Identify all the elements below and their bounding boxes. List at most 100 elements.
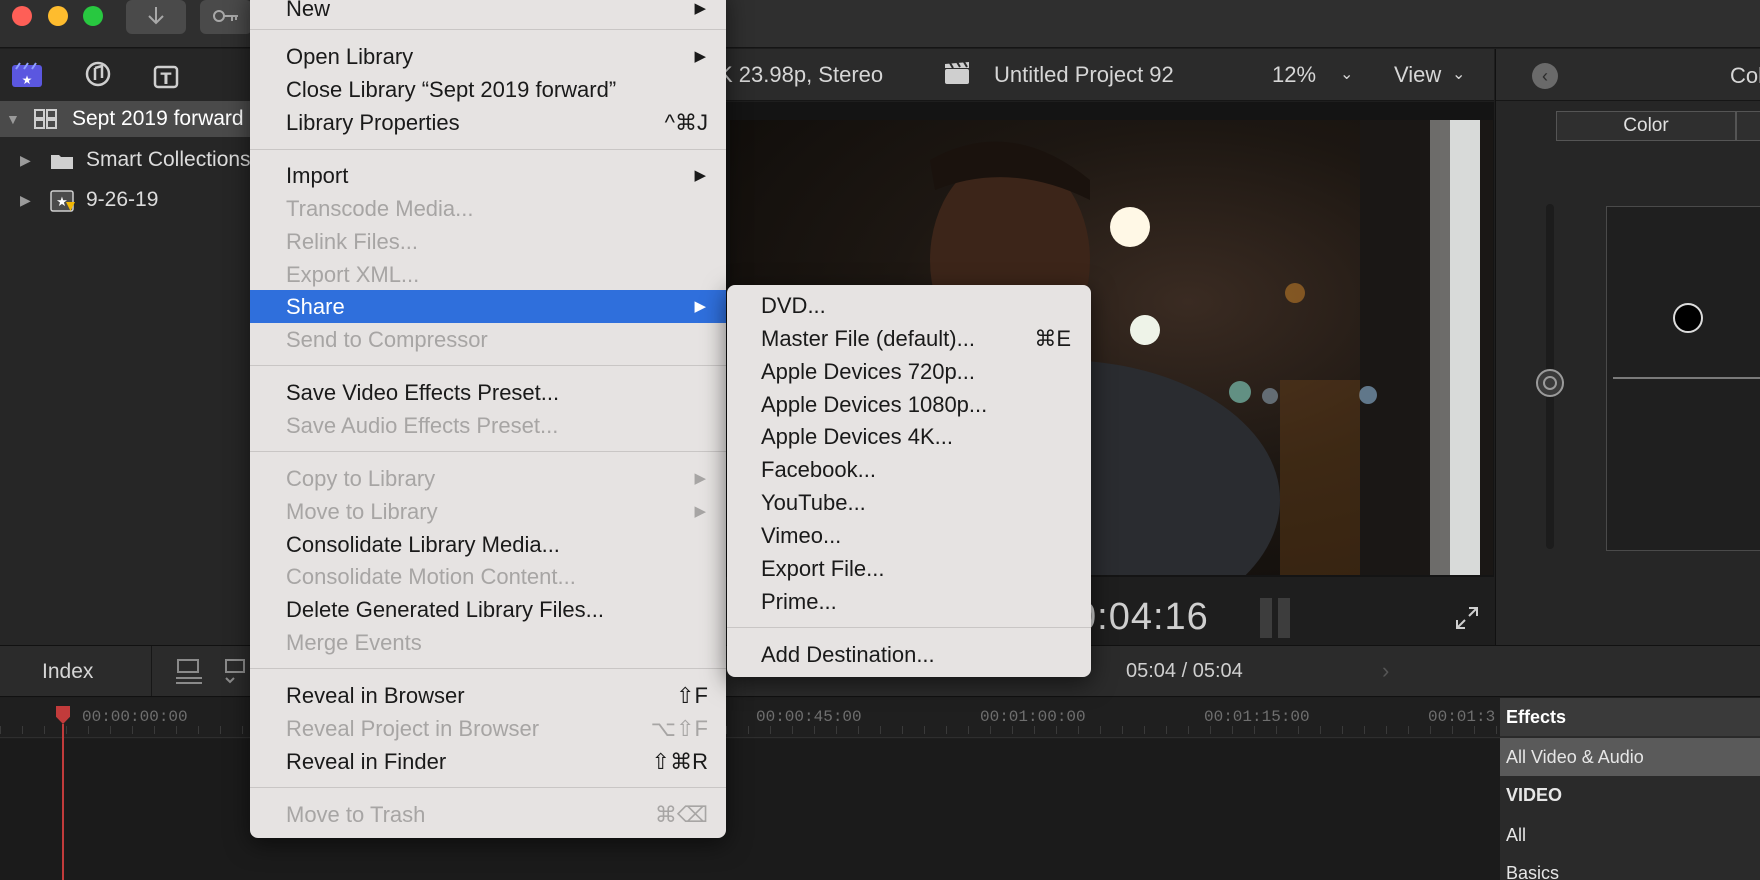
ruler-tick: 00:01:15:00 xyxy=(1204,708,1310,726)
share-item-master-file[interactable]: Master File (default)... ⌘E xyxy=(727,322,1091,355)
photos-audio-icon[interactable] xyxy=(82,59,114,89)
disclosure-down-icon[interactable]: ▼ xyxy=(6,101,20,137)
menu-item-label: Consolidate Library Media... xyxy=(286,532,560,557)
menu-item-new[interactable]: New ▶ xyxy=(250,0,726,25)
library-row[interactable]: ▼ Sept 2019 forward xyxy=(0,101,252,137)
svg-text:★: ★ xyxy=(22,73,33,87)
menu-item-save-video-effects-preset[interactable]: Save Video Effects Preset... xyxy=(250,376,726,409)
back-icon[interactable]: ‹ xyxy=(1532,63,1558,89)
menu-item-shortcut: ^⌘J xyxy=(664,110,708,135)
menu-separator xyxy=(250,787,726,788)
menu-separator xyxy=(250,29,726,30)
disclosure-right-icon[interactable]: ▶ xyxy=(20,182,31,218)
clapper-icon xyxy=(945,61,969,84)
menu-item-import[interactable]: Import ▶ xyxy=(250,159,726,192)
menu-item-label: Save Video Effects Preset... xyxy=(286,380,560,405)
svg-text:T: T xyxy=(161,69,172,88)
effects-category[interactable]: VIDEO xyxy=(1500,776,1760,814)
menu-item-share[interactable]: Share ▶ xyxy=(250,290,726,323)
effects-category[interactable]: All xyxy=(1500,816,1760,854)
menu-item-delete-generated-library-files[interactable]: Delete Generated Library Files... xyxy=(250,593,726,626)
share-item-dvd[interactable]: DVD... xyxy=(727,289,1091,322)
share-item-apple-devices-4k[interactable]: Apple Devices 4K... xyxy=(727,420,1091,453)
menu-item-label: Transcode Media... xyxy=(286,196,474,221)
skimming-icon[interactable] xyxy=(222,654,250,688)
clip-appearance-icon[interactable] xyxy=(172,654,206,688)
tab-next[interactable] xyxy=(1736,111,1760,141)
share-item-export-file[interactable]: Export File... xyxy=(727,552,1091,585)
effects-category[interactable]: All Video & Audio xyxy=(1500,738,1760,776)
menu-item-send-to-compressor: Send to Compressor xyxy=(250,323,726,356)
playhead-line xyxy=(62,724,64,880)
share-item-facebook[interactable]: Facebook... xyxy=(727,453,1091,486)
menu-item-consolidate-motion-content: Consolidate Motion Content... xyxy=(250,560,726,593)
menu-item-open-library[interactable]: Open Library ▶ xyxy=(250,40,726,73)
share-item-add-destination[interactable]: Add Destination... xyxy=(727,638,1091,671)
share-item-vimeo[interactable]: Vimeo... xyxy=(727,519,1091,552)
chevron-down-icon[interactable]: ⌄ xyxy=(1452,64,1465,84)
chevron-right-icon[interactable]: › xyxy=(1382,658,1389,684)
timeline-area[interactable] xyxy=(0,739,1500,880)
down-arrow-icon xyxy=(148,7,164,25)
menu-item-reveal-in-browser[interactable]: Reveal in Browser ⇧F xyxy=(250,679,726,712)
menu-item-copy-to-library: Copy to Library ▶ xyxy=(250,462,726,495)
menu-item-export-xml: Export XML... xyxy=(250,258,726,291)
tab-color[interactable]: Color xyxy=(1556,111,1736,141)
share-item-apple-devices-1080p[interactable]: Apple Devices 1080p... xyxy=(727,388,1091,421)
timeline-ruler: 00:00:00:00 00:00:45:00 00:01:00:00 00:0… xyxy=(0,698,1500,738)
menu-item-save-audio-effects-preset: Save Audio Effects Preset... xyxy=(250,409,726,442)
minimize-window-button[interactable] xyxy=(48,6,68,26)
fullscreen-icon[interactable] xyxy=(1455,606,1479,630)
disclosure-right-icon[interactable]: ▶ xyxy=(20,142,31,178)
color-board[interactable] xyxy=(1606,206,1760,551)
index-button[interactable]: Index xyxy=(42,660,93,684)
folder-icon xyxy=(51,155,73,169)
libraries-icon[interactable]: ★ xyxy=(10,59,44,89)
color-slider-handle[interactable] xyxy=(1536,369,1564,397)
titles-generators-icon[interactable]: T xyxy=(152,59,184,89)
import-media-button[interactable] xyxy=(126,0,186,34)
menu-item-label: DVD... xyxy=(761,293,826,318)
chevron-down-icon[interactable]: ⌄ xyxy=(1340,64,1353,84)
menu-item-label: Send to Compressor xyxy=(286,327,488,352)
menu-item-label: YouTube... xyxy=(761,490,866,515)
keywords-button[interactable] xyxy=(200,0,252,34)
share-item-apple-devices-720p[interactable]: Apple Devices 720p... xyxy=(727,355,1091,388)
menu-item-close-library[interactable]: Close Library “Sept 2019 forward” xyxy=(250,73,726,106)
menu-item-library-properties[interactable]: Library Properties ^⌘J xyxy=(250,106,726,139)
menu-item-label: Move to Trash xyxy=(286,802,426,827)
menu-item-consolidate-library-media[interactable]: Consolidate Library Media... xyxy=(250,528,726,561)
view-menu-button[interactable]: View xyxy=(1394,62,1441,88)
menu-item-label: Prime... xyxy=(761,589,837,614)
close-window-button[interactable] xyxy=(12,6,32,26)
menu-item-label: Relink Files... xyxy=(286,229,419,254)
menu-item-label: Open Library xyxy=(286,44,414,69)
menu-item-shortcut: ⌘E xyxy=(1034,326,1071,351)
menu-item-reveal-in-finder[interactable]: Reveal in Finder ⇧⌘R xyxy=(250,745,726,778)
menu-item-label: Import xyxy=(286,163,349,188)
zoom-level[interactable]: 12% xyxy=(1272,62,1316,88)
sidebar-item-label: 9-26-19 xyxy=(86,188,159,211)
menu-item-label: Copy to Library xyxy=(286,466,436,491)
menu-item-label: Add Destination... xyxy=(761,642,935,667)
menu-item-shortcut: ⌘⌫ xyxy=(654,802,708,827)
menu-item-label: Apple Devices 720p... xyxy=(761,359,976,384)
ruler-tick: 00:00:00:00 xyxy=(82,708,188,726)
key-icon xyxy=(213,10,238,22)
menu-separator xyxy=(250,451,726,452)
effects-category[interactable]: Basics xyxy=(1500,854,1760,880)
zoom-window-button[interactable] xyxy=(83,6,103,26)
effects-title: Effects xyxy=(1500,698,1760,736)
sidebar-item-event[interactable]: ▶ ★ 9-26-19 xyxy=(0,182,252,218)
share-item-prime[interactable]: Prime... xyxy=(727,585,1091,618)
share-item-youtube[interactable]: YouTube... xyxy=(727,486,1091,519)
sidebar-item-smart-collections[interactable]: ▶ Smart Collections xyxy=(0,142,252,178)
menu-item-label: Master File (default)... xyxy=(761,326,975,351)
menu-item-relink-files: Relink Files... xyxy=(250,225,726,258)
menu-item-shortcut: ⇧⌘R xyxy=(651,749,708,774)
effects-browser: Effects All Video & Audio VIDEO All Basi… xyxy=(1500,698,1760,880)
menu-separator xyxy=(727,627,1091,628)
svg-text:★: ★ xyxy=(56,195,68,210)
color-puck[interactable] xyxy=(1673,303,1703,333)
menu-item-label: Reveal in Finder xyxy=(286,749,447,774)
